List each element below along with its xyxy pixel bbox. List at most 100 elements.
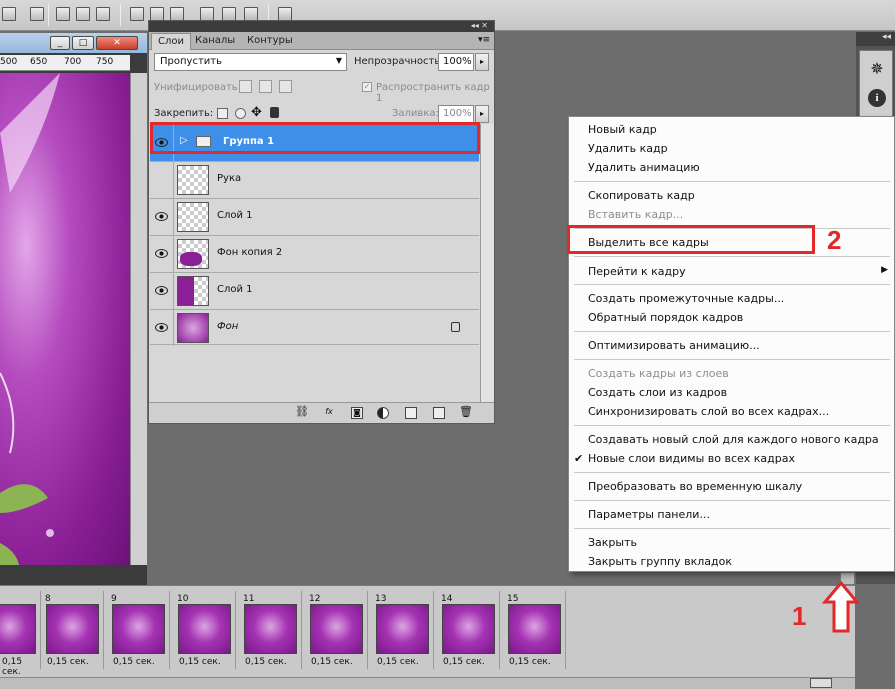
- menu-panel-options[interactable]: Параметры панели...: [588, 508, 710, 521]
- adjustment-layer-icon[interactable]: [377, 407, 389, 419]
- opacity-slider-button[interactable]: ▸: [475, 53, 489, 71]
- menu-layers-from-frames[interactable]: Создать слои из кадров: [588, 386, 727, 399]
- distribute-vcenter-icon[interactable]: [150, 7, 164, 21]
- frame-delay[interactable]: 0,15 сек.: [113, 657, 155, 667]
- animation-frame[interactable]: 11 0,15 сек.: [239, 591, 302, 669]
- layer-row-hand[interactable]: Рука: [150, 161, 479, 198]
- menu-optimize-animation[interactable]: Оптимизировать анимацию...: [588, 339, 760, 352]
- fill-input[interactable]: 100%: [438, 105, 474, 123]
- animation-frame[interactable]: 0,15 сек.: [0, 591, 41, 677]
- distribute-left-icon[interactable]: [200, 7, 214, 21]
- fill-slider-button[interactable]: ▸: [475, 105, 489, 123]
- lock-icon: [451, 322, 460, 332]
- vertical-scrollbar[interactable]: [130, 73, 147, 565]
- menu-convert-to-timeline[interactable]: Преобразовать во временную шкалу: [588, 480, 802, 493]
- convert-timeline-icon[interactable]: [810, 678, 832, 688]
- visibility-toggle[interactable]: [150, 162, 174, 198]
- animation-scrollbar[interactable]: [0, 677, 855, 689]
- panel-header[interactable]: ◂◂ ✕: [149, 21, 494, 32]
- opacity-input[interactable]: 100%: [438, 53, 474, 71]
- propagate-checkbox[interactable]: ✓: [362, 82, 372, 92]
- align-top-icon[interactable]: [2, 7, 16, 21]
- tab-layers[interactable]: Слои: [151, 33, 191, 50]
- distribute-hcenter-icon[interactable]: [222, 7, 236, 21]
- menu-delete-animation[interactable]: Удалить анимацию: [588, 161, 700, 174]
- lock-transparency-icon[interactable]: [217, 108, 228, 119]
- auto-align-icon[interactable]: [278, 7, 292, 21]
- animation-frame[interactable]: 12 0,15 сек.: [305, 591, 368, 669]
- menu-divider: [574, 256, 890, 257]
- menu-reverse-frames[interactable]: Обратный порядок кадров: [588, 311, 743, 324]
- align-vcenter-icon[interactable]: [30, 7, 44, 21]
- align-left-icon[interactable]: [56, 7, 70, 21]
- frame-delay[interactable]: 0,15 сек.: [509, 657, 551, 667]
- animation-frame[interactable]: 15 0,15 сек.: [503, 591, 566, 669]
- unify-style-icon[interactable]: [279, 80, 292, 93]
- tab-paths[interactable]: Контуры: [241, 33, 299, 50]
- add-mask-icon[interactable]: ◙: [351, 407, 363, 419]
- trash-icon[interactable]: 🗑: [459, 406, 473, 419]
- distribute-top-icon[interactable]: [130, 7, 144, 21]
- checkmark-icon: ✔: [574, 452, 584, 465]
- layer-row-background[interactable]: Фон: [150, 309, 479, 346]
- close-button[interactable]: ✕: [96, 36, 138, 50]
- menu-match-layer[interactable]: Синхронизировать слой во всех кадрах...: [588, 405, 829, 418]
- layers-panel: ◂◂ ✕ Слои Каналы Контуры ▾≡ Пропустить ▼…: [148, 20, 495, 424]
- align-right-icon[interactable]: [96, 7, 110, 21]
- menu-delete-frame[interactable]: Удалить кадр: [588, 142, 668, 155]
- blend-mode-select[interactable]: Пропустить ▼: [154, 53, 347, 71]
- menu-close[interactable]: Закрыть: [588, 536, 637, 549]
- layer-name: Слой 1: [217, 210, 253, 221]
- link-layers-icon[interactable]: ⛓: [295, 406, 309, 419]
- layer-row-layer1b[interactable]: Слой 1: [150, 272, 479, 309]
- animation-frame[interactable]: 8 0,15 сек.: [41, 591, 104, 669]
- image-canvas[interactable]: [0, 73, 130, 565]
- animation-frame[interactable]: 14 0,15 сек.: [437, 591, 500, 669]
- fx-icon[interactable]: fx: [323, 407, 335, 419]
- menu-new-layer-each-frame[interactable]: Создавать новый слой для каждого нового …: [588, 433, 879, 446]
- frame-delay[interactable]: 0,15 сек.: [311, 657, 353, 667]
- frame-delay[interactable]: 0,15 сек.: [245, 657, 287, 667]
- new-layer-icon[interactable]: [433, 407, 445, 419]
- layer-row-layer1[interactable]: Слой 1: [150, 198, 479, 235]
- frame-delay[interactable]: 0,15 сек.: [377, 657, 419, 667]
- dock-collapse-bar[interactable]: ◂◂: [856, 32, 895, 46]
- align-hcenter-icon[interactable]: [76, 7, 90, 21]
- visibility-toggle[interactable]: [150, 310, 174, 346]
- lock-all-icon[interactable]: [270, 107, 279, 118]
- distribute-right-icon[interactable]: [244, 7, 258, 21]
- maximize-button[interactable]: □: [72, 36, 94, 50]
- visibility-toggle[interactable]: [150, 236, 174, 272]
- frame-delay[interactable]: 0,15 сек.: [443, 657, 485, 667]
- navigator-icon[interactable]: ✵: [867, 59, 887, 79]
- menu-go-to-frame[interactable]: Перейти к кадру: [588, 265, 686, 278]
- frame-number: 8: [45, 594, 51, 604]
- minimize-button[interactable]: _: [50, 36, 70, 50]
- lock-position-icon[interactable]: ✥: [251, 105, 262, 120]
- layer-thumbnail: [177, 165, 209, 195]
- unify-position-icon[interactable]: [239, 80, 252, 93]
- menu-tween[interactable]: Создать промежуточные кадры...: [588, 292, 784, 305]
- animation-frame[interactable]: 13 0,15 сек.: [371, 591, 434, 669]
- visibility-toggle[interactable]: [150, 273, 174, 309]
- info-icon[interactable]: i: [868, 89, 886, 107]
- unify-visibility-icon[interactable]: [259, 80, 272, 93]
- menu-new-frame[interactable]: Новый кадр: [588, 123, 657, 136]
- visibility-toggle[interactable]: [150, 199, 174, 235]
- frame-delay[interactable]: 0,15 сек.: [179, 657, 221, 667]
- animation-frame[interactable]: 9 0,15 сек.: [107, 591, 170, 669]
- document-titlebar[interactable]: _ □ ✕: [0, 33, 147, 53]
- menu-new-layers-visible[interactable]: Новые слои видимы во всех кадрах: [588, 452, 795, 465]
- lock-pixels-icon[interactable]: [235, 108, 246, 119]
- new-group-icon[interactable]: [405, 407, 417, 419]
- menu-close-tab-group[interactable]: Закрыть группу вкладок: [588, 555, 732, 568]
- frame-delay[interactable]: 0,15 сек.: [2, 657, 40, 677]
- layers-scrollbar[interactable]: [480, 124, 494, 402]
- panel-menu-icon[interactable]: ▾≡: [478, 35, 490, 45]
- layer-row-bg-copy2[interactable]: Фон копия 2: [150, 235, 479, 272]
- tab-channels[interactable]: Каналы: [189, 33, 241, 50]
- animation-frame[interactable]: 10 0,15 сек.: [173, 591, 236, 669]
- frame-delay[interactable]: 0,15 сек.: [47, 657, 89, 667]
- menu-copy-frame[interactable]: Скопировать кадр: [588, 189, 695, 202]
- distribute-bottom-icon[interactable]: [170, 7, 184, 21]
